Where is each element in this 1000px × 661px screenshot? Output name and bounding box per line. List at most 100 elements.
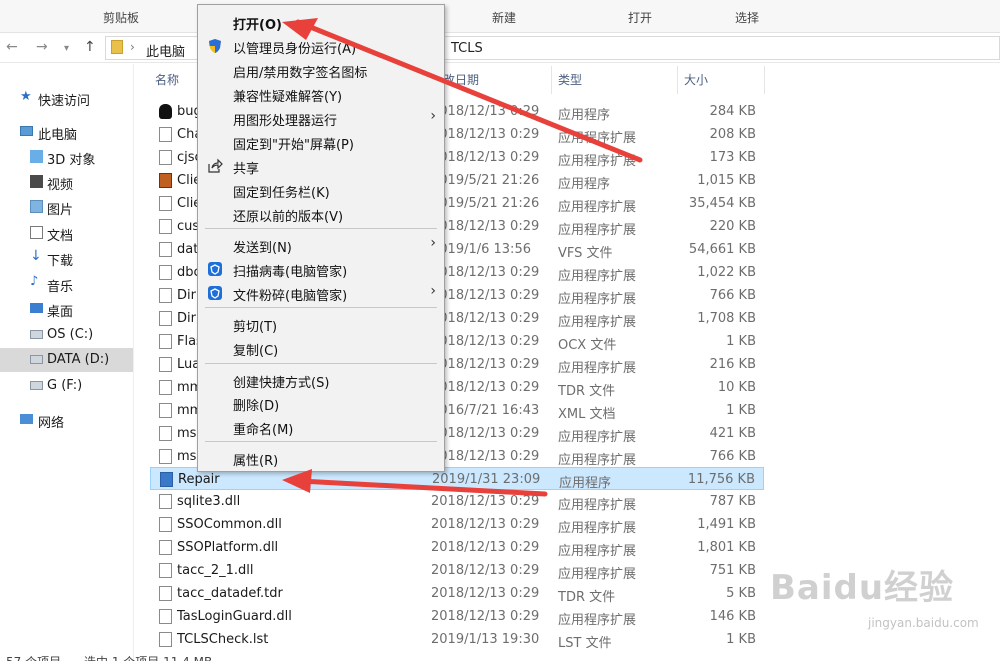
download-icon: ↓	[30, 248, 42, 264]
file-size: 11,756 KB	[687, 472, 755, 487]
column-separator[interactable]	[677, 66, 678, 94]
menu-item-copy[interactable]: 复制(C)	[198, 336, 444, 359]
menu-item-restore-versions[interactable]: 还原以前的版本(V)	[198, 202, 444, 225]
menu-item-gpu-run[interactable]: 用图形处理器运行 ›	[198, 106, 444, 129]
file-name: cus	[177, 219, 200, 234]
breadcrumb-this-pc[interactable]: 此电脑	[146, 41, 185, 60]
menu-item-send-to[interactable]: 发送到(N) ›	[198, 233, 444, 256]
file-size: 54,661 KB	[688, 242, 756, 257]
file-size: 173 KB	[709, 150, 756, 165]
nav-drive-f[interactable]: G (F:)	[0, 374, 133, 398]
repair-app-icon	[160, 472, 173, 487]
file-name: Dir	[177, 288, 196, 303]
music-icon: ♪	[30, 274, 39, 289]
column-header-size[interactable]: 大小	[684, 71, 708, 88]
drive-icon	[30, 355, 43, 364]
file-date: 2019/1/6 13:56	[431, 242, 531, 257]
file-date: 2018/12/13 0:29	[431, 219, 540, 234]
back-arrow-icon[interactable]: ←	[6, 39, 18, 55]
nav-quick-access[interactable]: ★ 快速访问	[0, 86, 133, 110]
column-header-type[interactable]: 类型	[558, 71, 582, 88]
file-type: 应用程序扩展	[558, 453, 637, 468]
up-arrow-icon[interactable]: ↑	[84, 39, 96, 55]
file-type: 应用程序扩展	[558, 521, 637, 536]
file-type: TDR 文件	[558, 590, 616, 605]
menu-item-pin-taskbar[interactable]: 固定到任务栏(K)	[198, 178, 444, 201]
file-row[interactable]: tacc_datadef.tdr 2018/12/13 0:29 TDR 文件 5 K…	[150, 582, 764, 605]
menu-item-delete[interactable]: 删除(D)	[198, 391, 444, 414]
file-row[interactable]: sqlite3.dll 2018/12/13 0:29 应用程序扩展 787 KB	[150, 490, 764, 513]
file-type: 应用程序扩展	[558, 567, 637, 582]
file-type: 应用程序扩展	[558, 269, 637, 284]
nav-3d-objects[interactable]: 3D 对象	[0, 145, 133, 169]
file-name: SSOCommon.dll	[177, 517, 282, 532]
ribbon-new-label: 新建	[492, 11, 517, 25]
menu-item-cut[interactable]: 剪切(T)	[198, 312, 444, 335]
menu-item-create-shortcut[interactable]: 创建快捷方式(S)	[198, 368, 444, 391]
nav-network[interactable]: 网络	[0, 408, 133, 432]
file-date: 2018/12/13 0:29	[431, 311, 540, 326]
file-size: 35,454 KB	[688, 196, 756, 211]
menu-item-toggle-signature[interactable]: 启用/禁用数字签名图标	[198, 58, 444, 81]
file-size: 766 KB	[709, 288, 756, 303]
menu-item-pin-start[interactable]: 固定到"开始"屏幕(P)	[198, 130, 444, 153]
status-item-count: 57 个项目	[6, 653, 61, 661]
share-icon	[207, 158, 223, 174]
file-name: SSOPlatform.dll	[177, 540, 279, 555]
file-name: Repair	[178, 472, 220, 487]
file-date: 2018/12/13 0:29	[431, 426, 540, 441]
menu-item-share[interactable]: 共享	[198, 154, 444, 177]
menu-separator	[205, 307, 437, 308]
menu-item-compat[interactable]: 兼容性疑难解答(Y)	[198, 82, 444, 105]
picture-icon	[30, 200, 43, 213]
file-row[interactable]: TCLSCheck.lst 2019/1/13 19:30 LST 文件 1 KB	[150, 628, 764, 651]
uac-shield-icon	[207, 38, 223, 54]
nav-drive-d[interactable]: DATA (D:)	[0, 348, 133, 372]
nav-desktop[interactable]: 桌面	[0, 297, 133, 321]
file-size: 220 KB	[709, 219, 756, 234]
breadcrumb-tcls[interactable]: TCLS	[451, 41, 483, 56]
menu-separator	[205, 441, 437, 442]
nav-videos[interactable]: 视频	[0, 170, 133, 194]
recent-locations-chevron-icon[interactable]: ▾	[64, 43, 69, 54]
nav-downloads[interactable]: ↓ 下载	[0, 246, 133, 270]
file-size: 10 KB	[717, 380, 756, 395]
nav-documents[interactable]: 文档	[0, 221, 133, 245]
menu-item-open[interactable]: 打开(O)	[198, 10, 444, 33]
file-row[interactable]: SSOCommon.dll 2018/12/13 0:29 应用程序扩展 1,491 …	[150, 513, 764, 536]
file-date: 2018/12/13 0:29	[431, 609, 540, 624]
forward-arrow-icon[interactable]: →	[36, 39, 48, 55]
menu-item-rename[interactable]: 重命名(M)	[198, 415, 444, 438]
context-menu: 打开(O) 以管理员身份运行(A) 启用/禁用数字签名图标 兼容性疑难解答(Y)…	[197, 4, 445, 472]
ribbon-clipboard-label: 剪贴板	[103, 11, 140, 25]
file-size: 1 KB	[726, 334, 756, 349]
file-type: TDR 文件	[558, 384, 616, 399]
column-separator[interactable]	[551, 66, 552, 94]
column-separator[interactable]	[764, 66, 765, 94]
nav-drive-c[interactable]: OS (C:)	[0, 323, 133, 347]
nav-pictures[interactable]: 图片	[0, 195, 133, 219]
file-size: 1,708 KB	[697, 311, 756, 326]
file-date: 2018/12/13 0:29	[431, 586, 540, 601]
ribbon-select-label: 选择	[735, 11, 760, 25]
network-icon	[20, 414, 33, 424]
file-row[interactable]: TasLoginGuard.dll 2018/12/13 0:29 应用程序扩展 14…	[150, 605, 764, 628]
menu-item-properties[interactable]: 属性(R)	[198, 446, 444, 469]
menu-separator	[205, 228, 437, 229]
xml-file-icon	[159, 403, 172, 418]
nav-music[interactable]: ♪ 音乐	[0, 272, 133, 296]
menu-item-scan-virus[interactable]: 扫描病毒(电脑管家)	[198, 257, 444, 280]
menu-item-shred[interactable]: 文件粉碎(电脑管家) ›	[198, 281, 444, 304]
nav-this-pc[interactable]: 此电脑	[0, 120, 133, 144]
menu-item-run-as-admin[interactable]: 以管理员身份运行(A)	[198, 34, 444, 57]
file-type: 应用程序	[559, 476, 612, 491]
file-row[interactable]: SSOPlatform.dll 2018/12/13 0:29 应用程序扩展 1,80…	[150, 536, 764, 559]
column-header-name[interactable]: 名称	[155, 71, 179, 88]
file-row[interactable]: tacc_2_1.dll 2018/12/13 0:29 应用程序扩展 751 KB	[150, 559, 764, 582]
dll-file-icon	[159, 449, 172, 464]
file-type: 应用程序扩展	[558, 154, 637, 169]
file-name: Dir	[177, 311, 196, 326]
document-icon	[30, 226, 43, 239]
dll-file-icon	[159, 127, 172, 142]
file-size: 284 KB	[709, 104, 756, 119]
